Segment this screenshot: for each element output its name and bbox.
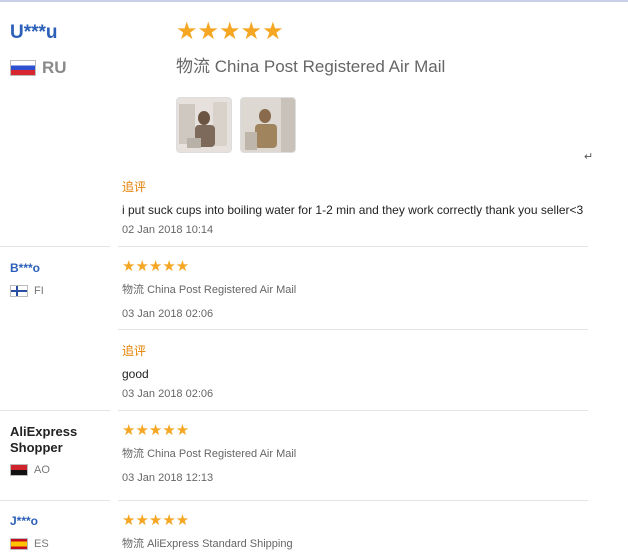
flag-fi-icon xyxy=(10,285,28,297)
shipping-name: AliExpress Standard Shipping xyxy=(147,538,293,550)
followup-date: 03 Jan 2018 02:06 xyxy=(122,388,214,400)
review-photo[interactable] xyxy=(176,97,232,153)
buyer-name[interactable]: B***o xyxy=(10,261,40,275)
return-mark: ↵ xyxy=(584,151,594,163)
shipping-method: 物流 AliExpress Standard Shipping xyxy=(122,535,293,551)
rating-stars: ★★★★★ xyxy=(122,422,190,439)
buyer-name[interactable]: U***u xyxy=(10,22,58,44)
shipping-label: 物流 xyxy=(122,538,144,550)
buyer-country: AO xyxy=(10,464,50,476)
shipping-label: 物流 xyxy=(176,57,210,76)
divider xyxy=(0,246,110,247)
followup-text: good xyxy=(122,367,149,381)
country-code: AO xyxy=(34,464,50,476)
buyer-name[interactable]: AliExpress Shopper xyxy=(10,424,77,456)
country-code: RU xyxy=(42,58,67,77)
shipping-method: 物流 China Post Registered Air Mail xyxy=(122,281,296,297)
shipping-method: 物流 China Post Registered Air Mail xyxy=(176,52,445,77)
shipping-label: 物流 xyxy=(122,448,144,460)
photo-thumbnail-icon xyxy=(177,98,231,152)
followup-text: i put suck cups into boiling water for 1… xyxy=(122,203,584,217)
top-border xyxy=(0,0,628,2)
shipping-name: China Post Registered Air Mail xyxy=(147,448,297,460)
shipping-label: 物流 xyxy=(122,284,144,296)
flag-es-icon xyxy=(10,538,28,550)
divider xyxy=(118,500,588,501)
followup-label: 追评 xyxy=(122,180,147,194)
buyer-name-line: AliExpress xyxy=(10,424,78,439)
rating-stars: ★★★★★ xyxy=(176,18,284,45)
photo-thumbnail-icon xyxy=(241,98,295,152)
rating-stars: ★★★★★ xyxy=(122,512,190,529)
buyer-name-line: Shopper xyxy=(10,440,63,455)
shipping-method: 物流 China Post Registered Air Mail xyxy=(122,445,296,461)
divider xyxy=(118,246,588,247)
divider xyxy=(118,410,588,411)
shipping-name: China Post Registered Air Mail xyxy=(147,284,297,296)
review-date: 03 Jan 2018 02:06 xyxy=(122,308,214,320)
buyer-country: ES xyxy=(10,538,49,550)
flag-ru-icon xyxy=(10,60,36,76)
country-code: ES xyxy=(34,538,49,550)
shipping-name: China Post Registered Air Mail xyxy=(214,57,446,76)
rating-stars: ★★★★★ xyxy=(122,258,190,275)
country-code: FI xyxy=(34,285,44,297)
review-date: 03 Jan 2018 12:13 xyxy=(122,472,214,484)
buyer-name[interactable]: J***o xyxy=(10,514,38,528)
review-photo[interactable] xyxy=(240,97,296,153)
divider xyxy=(0,500,110,501)
divider xyxy=(118,329,588,330)
buyer-country: RU xyxy=(10,58,67,78)
flag-ao-icon xyxy=(10,464,28,476)
buyer-country: FI xyxy=(10,285,44,297)
followup-label: 追评 xyxy=(122,344,147,358)
divider xyxy=(0,410,110,411)
followup-date: 02 Jan 2018 10:14 xyxy=(122,224,214,236)
